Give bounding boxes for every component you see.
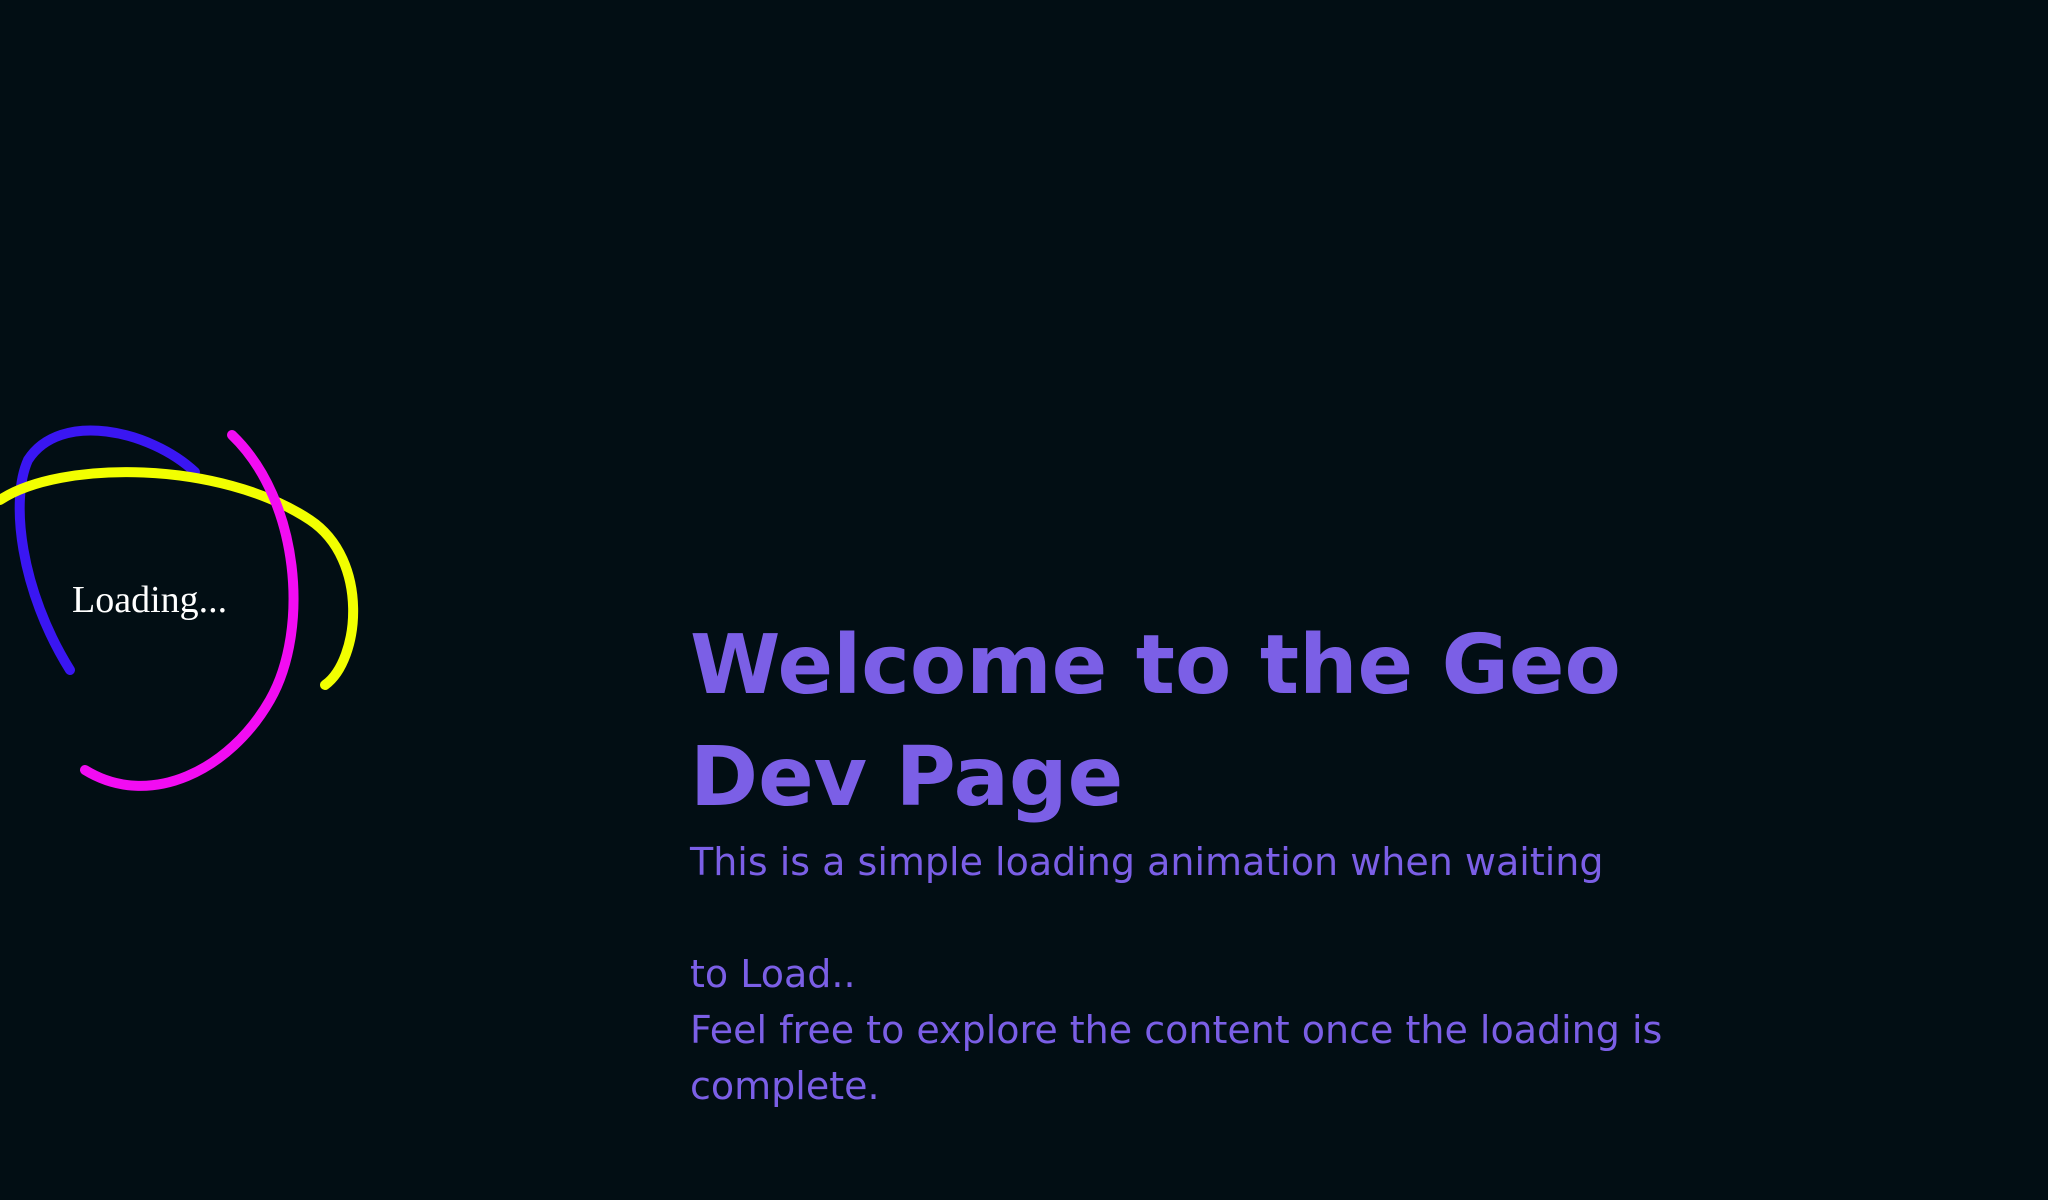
main-content: Welcome to the Geo Dev Page This is a si… xyxy=(690,610,1730,1114)
page: Loading... Welcome to the Geo Dev Page T… xyxy=(0,0,2048,1200)
description-line-3: Feel free to explore the content once th… xyxy=(690,1008,1663,1108)
spinner-ring-blue xyxy=(14,425,200,675)
loading-label: Loading... xyxy=(72,579,228,621)
description-line-1: This is a simple loading animation when … xyxy=(690,840,1604,884)
description-line-2: to Load.. xyxy=(690,952,856,996)
page-title: Welcome to the Geo Dev Page xyxy=(690,618,1621,825)
